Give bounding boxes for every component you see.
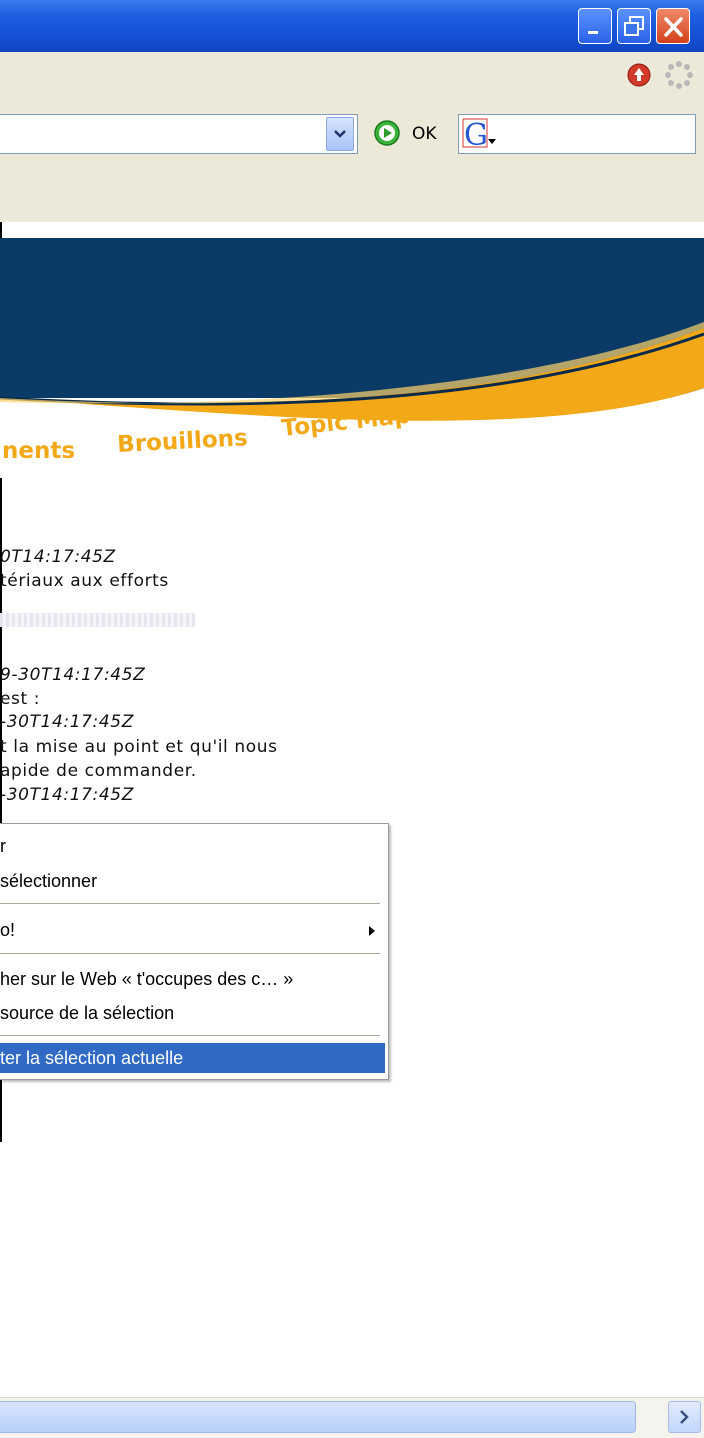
context-menu <box>0 823 389 1080</box>
close-button[interactable] <box>656 8 690 44</box>
close-icon <box>664 17 683 37</box>
svg-text:G: G <box>464 118 488 151</box>
context-menu-item-view-selection-source[interactable]: source de la sélection <box>0 998 385 1028</box>
menu-separator <box>0 1035 380 1036</box>
timestamp: -30T14:17:45Z <box>0 712 134 732</box>
title-bar <box>0 0 704 52</box>
go-icon[interactable] <box>372 118 402 148</box>
minimize-button[interactable] <box>578 8 612 44</box>
address-dropdown-button[interactable] <box>326 117 354 151</box>
menu-bar <box>0 52 704 99</box>
chevron-down-icon <box>334 130 346 138</box>
post-text: est : <box>0 689 41 709</box>
scroll-right-button[interactable] <box>668 1401 701 1433</box>
bookmarks-toolbar <box>0 170 704 223</box>
go-button-label[interactable]: OK <box>412 124 437 144</box>
chevron-right-icon <box>680 1410 689 1424</box>
restore-button[interactable] <box>617 8 651 44</box>
timestamp: 9-30T14:17:45Z <box>0 665 146 685</box>
post-text: t la mise au point et qu'il nous <box>0 737 278 757</box>
context-menu-item-highlighted[interactable]: ter la sélection actuelle <box>0 1043 385 1073</box>
menu-separator <box>0 953 380 954</box>
post-text: apide de commander. <box>0 761 197 781</box>
restore-icon <box>624 16 644 36</box>
post-text: tériaux aux efforts <box>0 571 169 591</box>
nav-link-documents[interactable]: nents <box>2 438 75 464</box>
site-banner <box>0 238 704 478</box>
scrollbar-thumb[interactable] <box>0 1401 636 1433</box>
menu-separator <box>0 903 380 904</box>
faded-text <box>0 613 195 627</box>
timestamp: -30T14:17:45Z <box>0 785 134 805</box>
google-icon[interactable]: G <box>462 117 512 151</box>
context-menu-item-submenu[interactable]: o! <box>0 915 385 945</box>
address-bar[interactable] <box>0 114 358 154</box>
throbber-icon <box>665 61 693 89</box>
minimize-icon <box>588 31 598 34</box>
timestamp: 0T14:17:45Z <box>0 547 116 567</box>
context-menu-item-select-all[interactable]: sélectionner <box>0 866 385 896</box>
context-menu-item[interactable]: r <box>0 831 385 861</box>
context-menu-item-search-web[interactable]: her sur le Web « t'occupes des c… » <box>0 964 385 994</box>
stop-icon[interactable] <box>626 62 652 88</box>
submenu-arrow-icon <box>369 926 375 936</box>
